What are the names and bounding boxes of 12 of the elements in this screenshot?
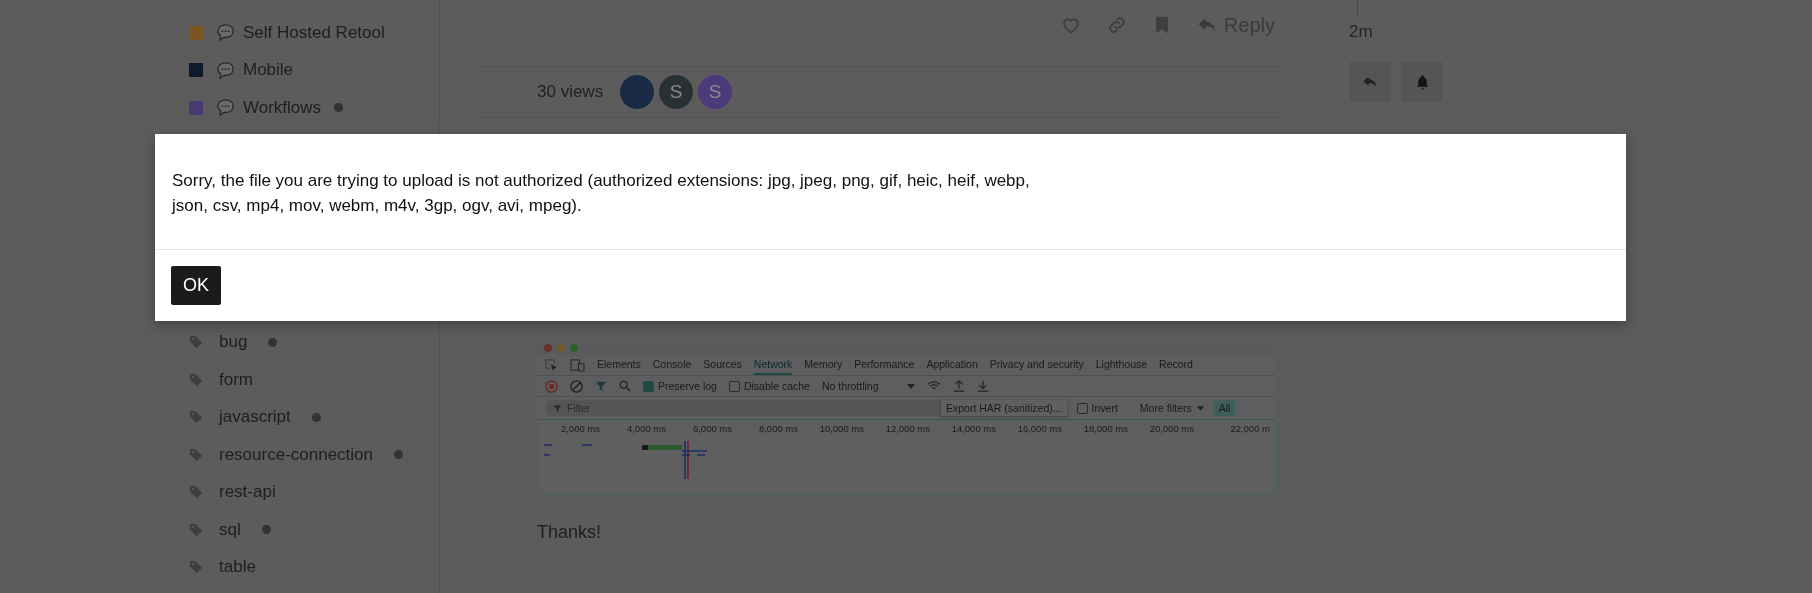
time-tick-label: 10,000 ms [802, 421, 868, 493]
dialog-message: Sorry, the file you are trying to upload is not authorized (authorized extensions: jpg, jpeg, png, gif, heic, heif, webp, json, csv, mp4, mov, webm, m4v, 3gp, ogv, avi, mpeg). [170, 170, 1031, 217]
time-tick-label: 14,000 ms [934, 421, 1000, 493]
view-count: 30 views [537, 82, 604, 102]
time-tick-label: 18,000 ms [1066, 421, 1132, 493]
time-tick-label: 2,000 ms [538, 421, 604, 493]
post-text: Thanks! [537, 522, 603, 543]
tooltip: Export HAR (sanitized)... [941, 400, 1067, 416]
time-tick-label: 16,000 ms [1000, 421, 1066, 493]
time-tick-label: 8,000 ms [736, 421, 802, 493]
time-tick-label: 20,000 ms [1132, 421, 1198, 493]
time-tick-label: 12,000 ms [868, 421, 934, 493]
